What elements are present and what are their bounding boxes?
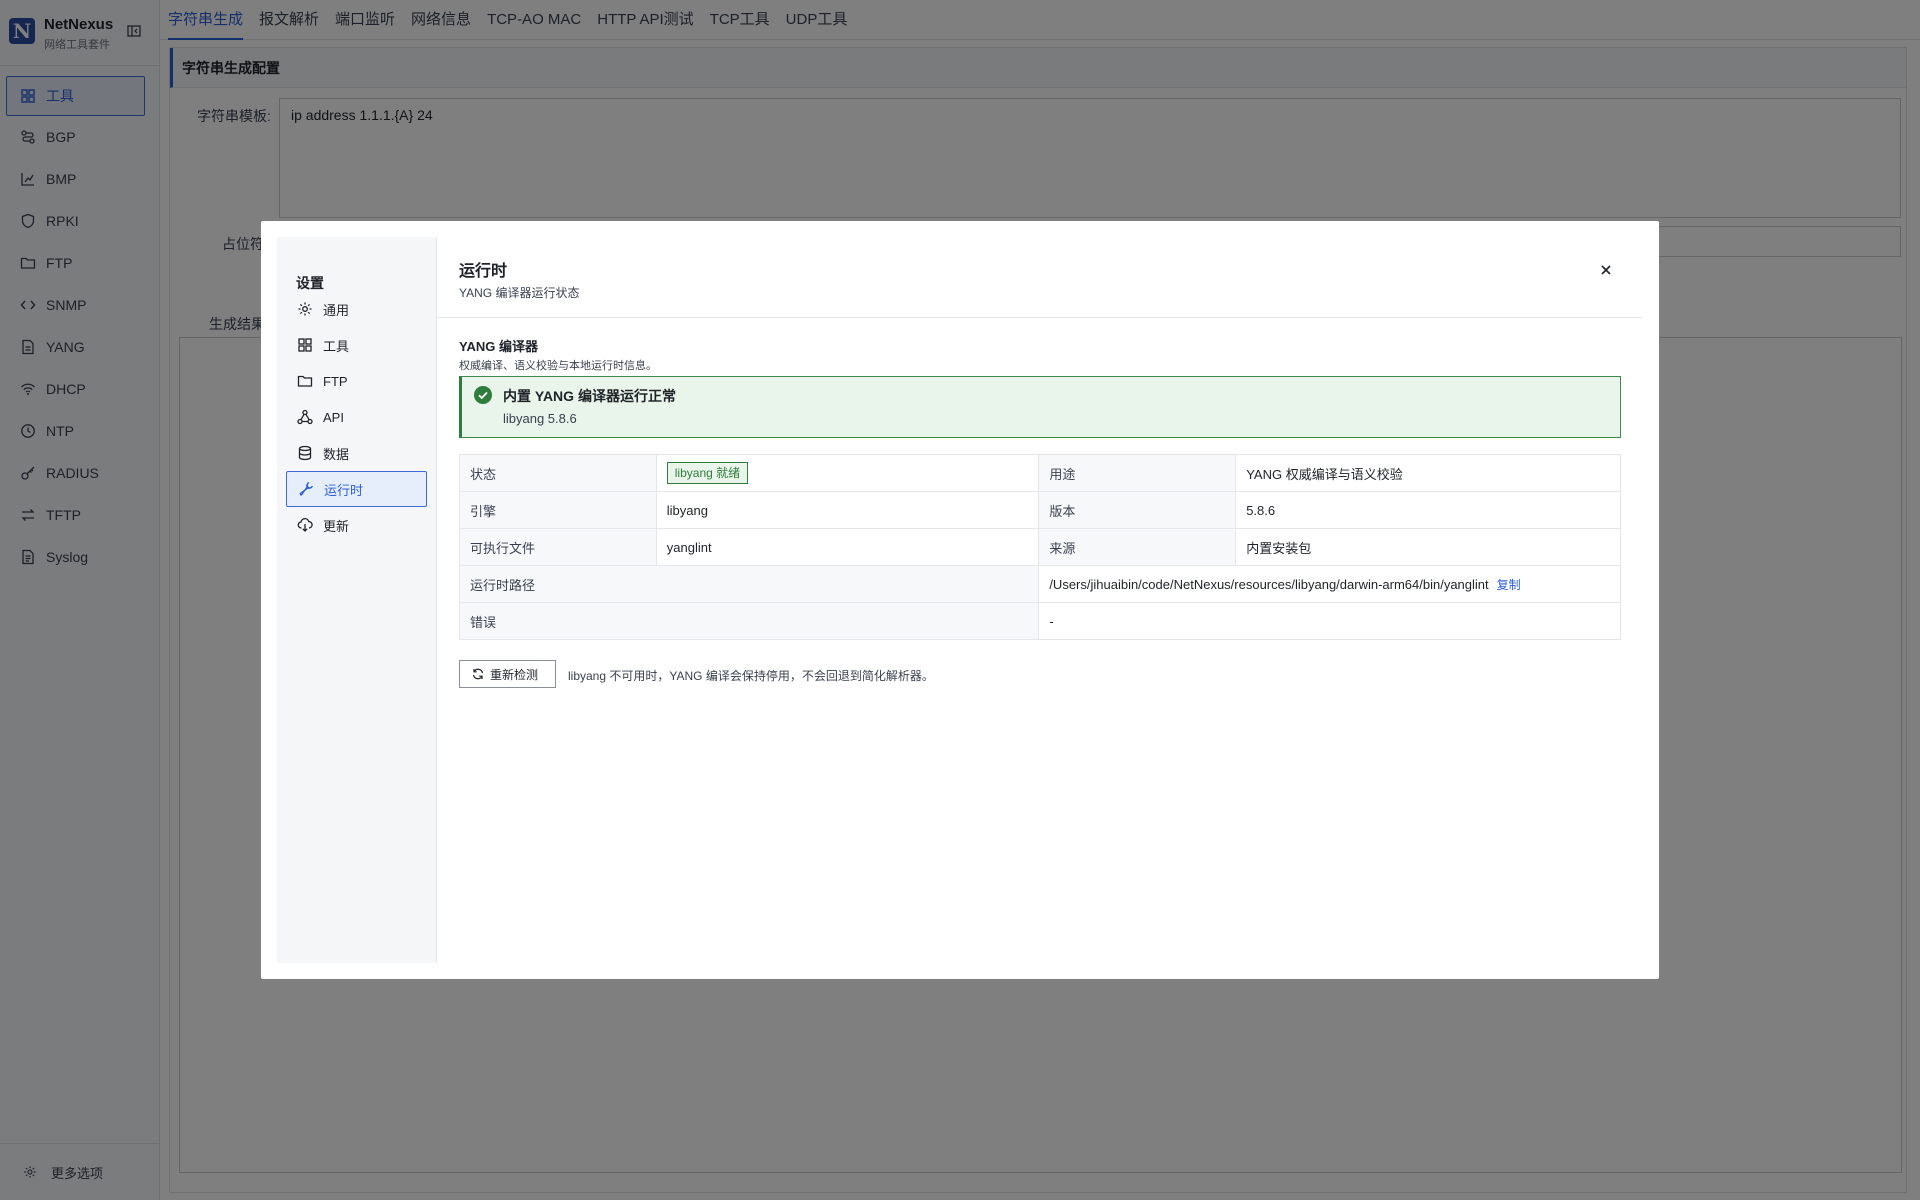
recheck-note: libyang 不可用时，YANG 编译会保持停用，不会回退到简化解析器。 bbox=[568, 669, 934, 683]
folder-icon bbox=[297, 373, 313, 389]
settings-item-label: 数据 bbox=[323, 446, 350, 462]
close-icon[interactable] bbox=[1599, 263, 1613, 277]
path-key: 运行时路径 bbox=[458, 565, 1040, 603]
status-key: 状态 bbox=[459, 454, 657, 492]
alert-detail: libyang 5.8.6 bbox=[503, 411, 577, 426]
recheck-button[interactable]: 重新检测 bbox=[459, 660, 556, 688]
settings-item-label: 更新 bbox=[323, 518, 350, 534]
table-row: 运行时路径 /Users/jihuaibin/code/NetNexus/res… bbox=[458, 565, 1621, 603]
settings-item-label: API bbox=[323, 409, 344, 425]
runtime-info-table: 状态 libyang 就绪 用途 YANG 权威编译与语义校验 引擎 libya… bbox=[458, 454, 1621, 640]
table-row: 状态 libyang 就绪 用途 YANG 权威编译与语义校验 bbox=[459, 454, 1621, 492]
settings-item-label: 工具 bbox=[323, 338, 350, 354]
copy-path-link[interactable]: 复制 bbox=[1497, 578, 1521, 592]
settings-item-ftp[interactable]: FTP bbox=[286, 363, 427, 399]
settings-nav: 设置 通用 工具 FTP API 数据 运行时 更新 bbox=[277, 237, 437, 963]
status-badge: libyang 就绪 bbox=[666, 462, 749, 484]
version-key: 版本 bbox=[1038, 491, 1237, 529]
cloud-download-icon bbox=[297, 517, 313, 533]
grid-icon bbox=[297, 337, 313, 353]
settings-item-update[interactable]: 更新 bbox=[286, 507, 427, 543]
modal-divider bbox=[437, 317, 1642, 318]
settings-item-tools[interactable]: 工具 bbox=[286, 327, 427, 363]
gear-icon bbox=[297, 301, 313, 317]
settings-modal: 设置 通用 工具 FTP API 数据 运行时 更新 运行时 YANG 编译器运… bbox=[261, 221, 1659, 979]
error-value: - bbox=[1038, 602, 1621, 640]
table-row: 错误 - bbox=[458, 602, 1621, 640]
section-title: YANG 编译器 bbox=[459, 339, 538, 354]
status-alert: 内置 YANG 编译器运行正常 libyang 5.8.6 bbox=[459, 376, 1621, 438]
engine-value: libyang bbox=[655, 491, 1040, 529]
modal-subtitle: YANG 编译器运行状态 bbox=[459, 286, 580, 300]
error-key: 错误 bbox=[458, 602, 1040, 640]
settings-item-label: 通用 bbox=[323, 302, 350, 318]
alert-title: 内置 YANG 编译器运行正常 bbox=[503, 388, 676, 404]
settings-item-label: FTP bbox=[323, 373, 348, 389]
path-cell: /Users/jihuaibin/code/NetNexus/resources… bbox=[1038, 565, 1621, 603]
version-value: 5.8.6 bbox=[1235, 491, 1621, 529]
executable-key: 可执行文件 bbox=[459, 528, 657, 566]
database-icon bbox=[297, 445, 313, 461]
recheck-label: 重新检测 bbox=[490, 667, 539, 682]
section-description: 权威编译、语义校验与本地运行时信息。 bbox=[459, 360, 657, 372]
settings-item-runtime[interactable]: 运行时 bbox=[286, 471, 427, 507]
source-key: 来源 bbox=[1038, 528, 1237, 566]
purpose-value: YANG 权威编译与语义校验 bbox=[1235, 454, 1621, 492]
network-icon bbox=[297, 409, 313, 425]
executable-value: yanglint bbox=[655, 528, 1040, 566]
wrench-icon bbox=[298, 481, 314, 497]
settings-title: 设置 bbox=[296, 275, 324, 291]
check-circle-icon bbox=[474, 386, 492, 404]
settings-item-general[interactable]: 通用 bbox=[286, 291, 427, 327]
table-row: 可执行文件 yanglint 来源 内置安装包 bbox=[459, 528, 1621, 566]
status-cell: libyang 就绪 bbox=[655, 454, 1040, 492]
path-value: /Users/jihuaibin/code/NetNexus/resources… bbox=[1049, 576, 1489, 592]
table-row: 引擎 libyang 版本 5.8.6 bbox=[459, 491, 1621, 529]
modal-title: 运行时 bbox=[459, 263, 508, 280]
source-value: 内置安装包 bbox=[1235, 528, 1621, 566]
settings-item-data[interactable]: 数据 bbox=[286, 435, 427, 471]
engine-key: 引擎 bbox=[459, 491, 657, 529]
purpose-key: 用途 bbox=[1038, 454, 1237, 492]
settings-nav-list: 通用 工具 FTP API 数据 运行时 更新 bbox=[286, 291, 427, 543]
refresh-icon bbox=[472, 668, 484, 680]
settings-item-api[interactable]: API bbox=[286, 399, 427, 435]
settings-item-label: 运行时 bbox=[324, 482, 364, 498]
